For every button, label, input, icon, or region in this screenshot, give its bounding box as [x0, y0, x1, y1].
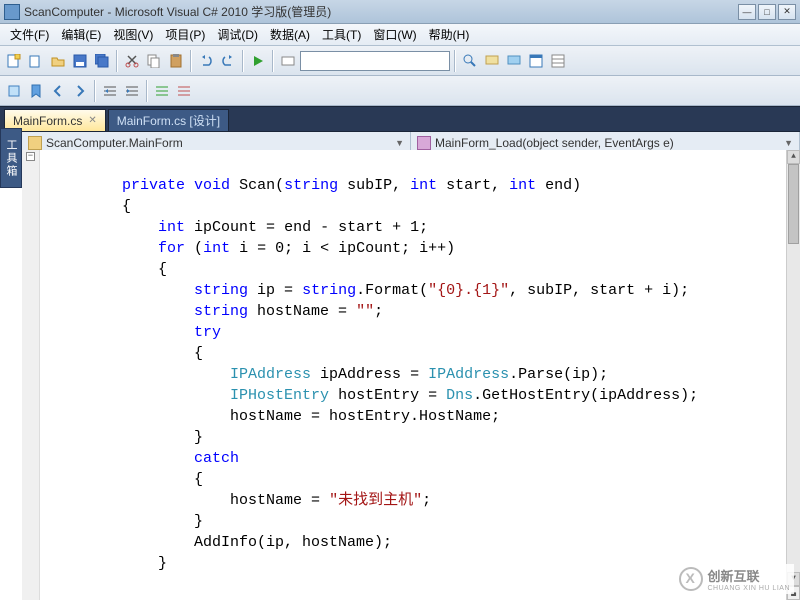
- window-controls: — □ ✕: [738, 4, 796, 20]
- uncomment-lines-icon[interactable]: [174, 81, 194, 101]
- increase-indent-icon[interactable]: [122, 81, 142, 101]
- code-editor[interactable]: − private void Scan(string subIP, int st…: [22, 150, 800, 600]
- menu-window[interactable]: 窗口(W): [367, 24, 422, 45]
- chevron-down-icon: ▼: [395, 138, 404, 148]
- outlining-margin[interactable]: −: [22, 150, 40, 600]
- title-bar: ScanComputer - Microsoft Visual C# 2010 …: [0, 0, 800, 24]
- watermark-logo-icon: [679, 567, 703, 591]
- copy-icon[interactable]: [144, 51, 164, 71]
- scroll-up-icon[interactable]: ▲: [787, 150, 800, 164]
- comment-icon[interactable]: [482, 51, 502, 71]
- maximize-button[interactable]: □: [758, 4, 776, 20]
- decrease-indent-icon[interactable]: [100, 81, 120, 101]
- toolbox-label: 工具箱: [3, 139, 19, 178]
- code-area[interactable]: private void Scan(string subIP, int star…: [40, 150, 786, 600]
- menu-bar: 文件(F) 编辑(E) 视图(V) 项目(P) 调试(D) 数据(A) 工具(T…: [0, 24, 800, 46]
- paste-icon[interactable]: [166, 51, 186, 71]
- menu-tools[interactable]: 工具(T): [316, 24, 367, 45]
- document-tabs: MainForm.cs ✕ MainForm.cs [设计]: [0, 106, 800, 132]
- main-toolbar: [0, 46, 800, 76]
- comment-lines-icon[interactable]: [152, 81, 172, 101]
- text-editor-toolbar: [0, 76, 800, 106]
- cut-icon[interactable]: [122, 51, 142, 71]
- menu-view[interactable]: 视图(V): [107, 24, 159, 45]
- menu-debug[interactable]: 调试(D): [211, 24, 264, 45]
- redo-icon[interactable]: [218, 51, 238, 71]
- window-title: ScanComputer - Microsoft Visual C# 2010 …: [24, 3, 738, 20]
- find-icon[interactable]: [460, 51, 480, 71]
- solution-explorer-icon[interactable]: [526, 51, 546, 71]
- collapse-region-icon[interactable]: −: [26, 152, 35, 161]
- watermark: 创新互联 CHUANG XIN HU LIAN: [675, 564, 794, 594]
- class-icon: [28, 136, 42, 150]
- add-item-icon[interactable]: [26, 51, 46, 71]
- toolbox-panel-tab[interactable]: 工具箱: [0, 128, 22, 188]
- start-debug-icon[interactable]: [248, 51, 268, 71]
- prev-bookmark-icon[interactable]: [48, 81, 68, 101]
- scroll-thumb[interactable]: [788, 164, 799, 244]
- member-name: MainForm_Load(object sender, EventArgs e…: [435, 136, 674, 150]
- new-project-icon[interactable]: [4, 51, 24, 71]
- properties-icon[interactable]: [548, 51, 568, 71]
- menu-data[interactable]: 数据(A): [264, 24, 316, 45]
- chevron-down-icon: ▼: [784, 138, 793, 148]
- method-icon: [417, 136, 431, 150]
- vertical-scrollbar[interactable]: ▲ ▼ ▃: [786, 150, 800, 600]
- toggle-bookmark-icon[interactable]: [26, 81, 46, 101]
- menu-edit[interactable]: 编辑(E): [55, 24, 107, 45]
- tab-label: MainForm.cs [设计]: [117, 112, 220, 129]
- save-all-icon[interactable]: [92, 51, 112, 71]
- app-icon: [4, 4, 20, 20]
- uncomment-icon[interactable]: [504, 51, 524, 71]
- save-icon[interactable]: [70, 51, 90, 71]
- close-button[interactable]: ✕: [778, 4, 796, 20]
- display-object-icon[interactable]: [4, 81, 24, 101]
- menu-project[interactable]: 项目(P): [159, 24, 211, 45]
- tab-mainform-design[interactable]: MainForm.cs [设计]: [108, 109, 229, 131]
- open-icon[interactable]: [48, 51, 68, 71]
- menu-file[interactable]: 文件(F): [4, 24, 55, 45]
- watermark-text: 创新互联: [707, 566, 790, 585]
- menu-help[interactable]: 帮助(H): [423, 24, 476, 45]
- undo-icon[interactable]: [196, 51, 216, 71]
- config-combo[interactable]: [300, 51, 450, 71]
- minimize-button[interactable]: —: [738, 4, 756, 20]
- class-name: ScanComputer.MainForm: [46, 136, 183, 150]
- tab-close-icon[interactable]: ✕: [88, 115, 96, 126]
- solution-config-icon[interactable]: [278, 51, 298, 71]
- tab-label: MainForm.cs: [13, 114, 82, 128]
- next-bookmark-icon[interactable]: [70, 81, 90, 101]
- watermark-subtext: CHUANG XIN HU LIAN: [707, 585, 790, 592]
